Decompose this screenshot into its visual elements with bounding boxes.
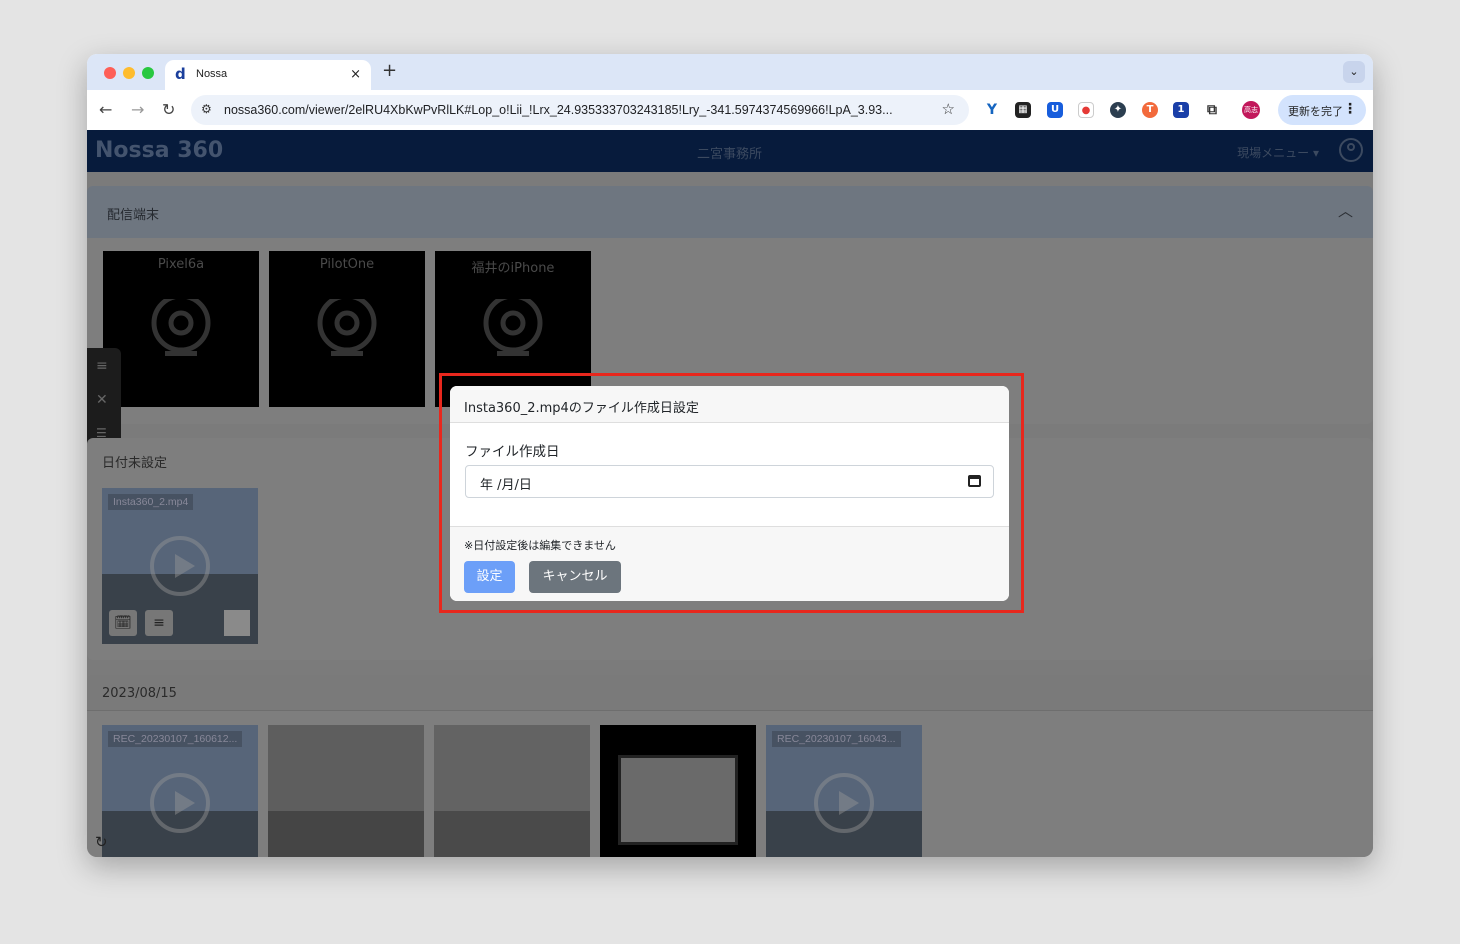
video-label: Insta360_2.mp4 — [108, 494, 194, 510]
dated-section-title: 2023/08/15 — [102, 686, 177, 701]
address-bar[interactable]: ⚙ nossa360.com/viewer/2elRU4XbKwPvRlLK#L… — [191, 95, 969, 125]
devices-panel-header[interactable]: 配信端末 ︿ — [87, 186, 1373, 238]
calendar-edit-icon[interactable]: 🗓 — [109, 610, 137, 636]
play-icon[interactable] — [150, 773, 210, 833]
account-icon[interactable] — [1339, 138, 1363, 162]
site-menu-dropdown[interactable]: 現場メニュー ▾ — [1237, 144, 1319, 161]
file-date-dialog: Insta360_2.mp4のファイル作成日設定 ファイル作成日 年 /月/日 … — [450, 386, 1009, 601]
dialog-title: Insta360_2.mp4のファイル作成日設定 — [464, 401, 699, 416]
device-name: 福井のiPhone — [471, 261, 555, 276]
undated-section-title: 日付未設定 — [102, 456, 168, 471]
select-checkbox[interactable] — [224, 610, 250, 636]
tab-close-icon[interactable]: × — [350, 67, 361, 82]
devices-panel-title: 配信端末 — [107, 208, 160, 223]
extension-translate-icon[interactable]: T — [1142, 102, 1158, 118]
extension-compass-icon[interactable]: ✦ — [1110, 102, 1126, 118]
device-card[interactable]: Pixel6a — [103, 251, 259, 407]
close-icon[interactable]: ✕ — [96, 392, 108, 408]
webcam-icon — [317, 299, 377, 356]
list-icon[interactable]: ≡ — [96, 358, 108, 374]
maximize-window-button[interactable] — [142, 67, 154, 79]
play-icon[interactable] — [814, 773, 874, 833]
tab-search-button[interactable]: ⌄ — [1343, 61, 1365, 83]
nossa-logo[interactable]: Nossa 360 — [95, 138, 223, 163]
profile-avatar[interactable]: 高志 — [1242, 101, 1260, 119]
new-tab-button[interactable]: + — [382, 60, 397, 81]
site-title: 二宮事務所 — [697, 147, 763, 162]
dialog-note: ※日付設定後は編集できません — [464, 539, 616, 552]
bookmark-star-icon[interactable]: ☆ — [942, 100, 955, 118]
back-arrow-icon[interactable]: ← — [99, 100, 112, 119]
calendar-icon[interactable] — [968, 475, 981, 487]
close-window-button[interactable] — [104, 67, 116, 79]
nossa-favicon-icon: d — [175, 65, 186, 83]
video-thumbnail[interactable] — [600, 725, 756, 857]
extension-record-icon[interactable]: ● — [1078, 102, 1094, 118]
video-thumbnail[interactable]: REC_20230107_16043... — [766, 725, 922, 857]
extension-v-icon[interactable]: Y — [984, 102, 1000, 118]
tab-bar: d Nossa × + ⌄ — [87, 54, 1373, 90]
video-label: REC_20230107_16043... — [772, 731, 901, 747]
set-button[interactable]: 設定 — [464, 561, 515, 593]
date-placeholder: 年 /月/日 — [480, 478, 532, 493]
device-name: Pixel6a — [157, 257, 205, 272]
video-label: REC_20230107_160612... — [108, 731, 243, 747]
video-thumbnail[interactable]: Insta360_2.mp4 🗓 ≡ — [102, 488, 258, 644]
dialog-header: Insta360_2.mp4のファイル作成日設定 — [450, 386, 1009, 423]
extension-bitwarden-icon[interactable]: U — [1047, 102, 1063, 118]
play-icon[interactable] — [150, 536, 210, 596]
app-header: Nossa 360 二宮事務所 現場メニュー ▾ — [87, 130, 1373, 172]
refresh-icon[interactable]: ↻ — [95, 833, 108, 851]
video-thumbnail[interactable] — [434, 725, 590, 857]
file-date-input[interactable]: 年 /月/日 — [465, 465, 994, 498]
browser-toolbar: ← → ↻ ⚙ nossa360.com/viewer/2elRU4XbKwPv… — [87, 90, 1373, 130]
url-text[interactable]: nossa360.com/viewer/2elRU4XbKwPvRlLK#Lop… — [224, 103, 929, 117]
browser-tab[interactable]: d Nossa × — [165, 60, 371, 90]
update-label: 更新を完了 — [1288, 105, 1343, 118]
file-date-label: ファイル作成日 — [465, 444, 560, 460]
webcam-icon — [151, 299, 211, 356]
device-name: PilotOne — [319, 257, 375, 272]
site-info-icon[interactable]: ⚙ — [201, 102, 212, 116]
edit-notes-icon[interactable]: ≡ — [145, 610, 173, 636]
extension-1password-icon[interactable]: 1 — [1173, 102, 1189, 118]
dated-panel: 2023/08/15 REC_20230107_160612... REC_20… — [87, 675, 1373, 857]
reload-icon[interactable]: ↻ — [162, 100, 175, 119]
dialog-footer: ※日付設定後は編集できません 設定 キャンセル — [450, 526, 1009, 601]
video-thumbnail[interactable]: REC_20230107_160612... — [102, 725, 258, 857]
tab-title: Nossa — [196, 68, 228, 80]
chevron-up-icon[interactable]: ︿ — [1338, 200, 1353, 221]
extension-qr-icon[interactable]: ▦ — [1015, 102, 1031, 118]
minimize-window-button[interactable] — [123, 67, 135, 79]
webcam-icon — [483, 299, 543, 356]
device-card[interactable]: PilotOne — [269, 251, 425, 407]
forward-arrow-icon[interactable]: → — [131, 100, 144, 119]
video-thumbnail[interactable] — [268, 725, 424, 857]
extensions-puzzle-icon[interactable]: ⧉ — [1204, 102, 1220, 118]
cancel-button[interactable]: キャンセル — [529, 561, 621, 593]
update-button[interactable]: 更新を完了 ⋮ — [1278, 95, 1366, 125]
more-menu-icon[interactable]: ⋮ — [1343, 101, 1357, 117]
